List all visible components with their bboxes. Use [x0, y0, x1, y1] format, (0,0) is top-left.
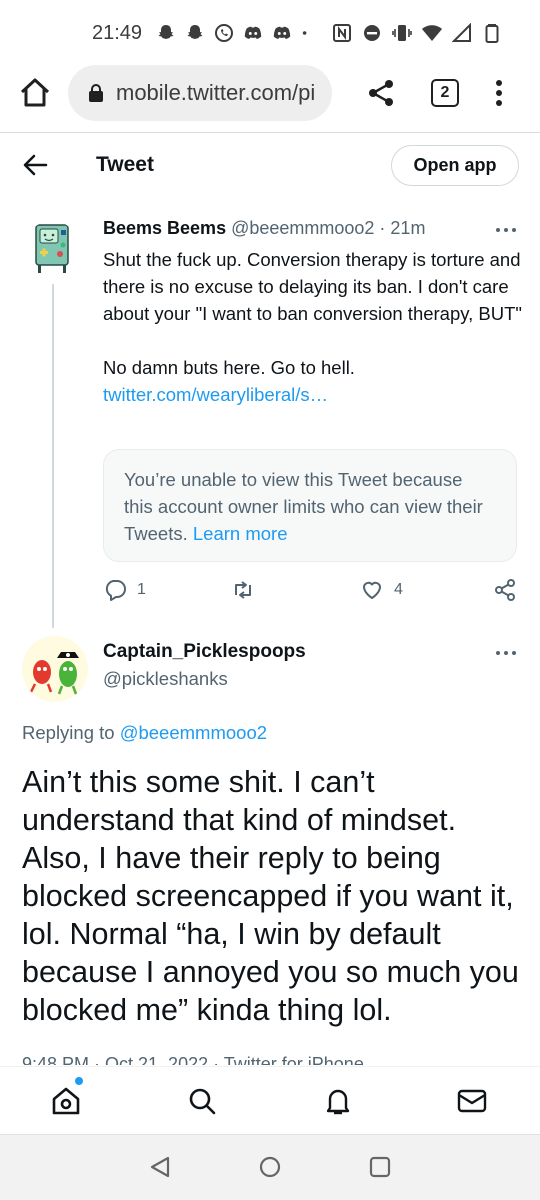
home-icon[interactable]: [50, 1085, 82, 1117]
notification-dot: [75, 1077, 83, 1085]
tweet-timestamp: 9:48 PM · Oct 21, 2022 · Twitter for iPh…: [22, 1054, 364, 1065]
notifications-bell-icon[interactable]: [322, 1085, 354, 1117]
replying-handle-link[interactable]: @beeemmmooo2: [120, 722, 267, 743]
page-title: Tweet: [96, 153, 154, 176]
url-text: mobile.twitter.com/pi: [116, 80, 316, 105]
battery-icon: [485, 24, 499, 43]
browser-toolbar: mobile.twitter.com/pi 2: [0, 60, 540, 126]
like-button[interactable]: 4: [360, 578, 403, 602]
whatsapp-icon: [215, 24, 234, 42]
handle-and-time: @beeemmmooo2 · 21m: [226, 218, 426, 238]
tweet-paragraph: Shut the fuck up. Conversion therapy is …: [103, 249, 522, 324]
back-arrow-icon[interactable]: [22, 153, 48, 177]
replying-to: Replying to @beeemmmooo2: [22, 722, 267, 744]
share-icon[interactable]: [366, 78, 396, 108]
bottom-navigation: [0, 1066, 540, 1134]
display-name[interactable]: Captain_Picklespoops: [103, 641, 306, 663]
share-tweet-button[interactable]: [493, 578, 517, 602]
snapchat-icon: [158, 25, 174, 39]
messages-icon[interactable]: [456, 1085, 488, 1117]
lock-icon: [89, 84, 103, 102]
back-icon[interactable]: [148, 1155, 172, 1179]
signal-icon: [452, 23, 471, 42]
notification-icons: [156, 23, 313, 43]
status-bar: 21:49: [0, 0, 540, 66]
pickle-avatar-icon: [22, 636, 88, 702]
tweet-header: Tweet Open app: [0, 133, 540, 197]
learn-more-link[interactable]: Learn more: [193, 523, 288, 544]
snapchat-icon: [187, 25, 203, 39]
paragraph-spacer: [103, 327, 523, 354]
tweet-text: Ain’t this some shit. I can’t understand…: [22, 765, 519, 1027]
display-name: Beems Beems: [103, 218, 227, 238]
retweet-button[interactable]: [231, 578, 265, 602]
search-icon[interactable]: [186, 1085, 218, 1117]
open-app-button[interactable]: Open app: [391, 145, 519, 186]
recents-icon[interactable]: [368, 1155, 392, 1179]
share-icon: [495, 579, 515, 601]
quoted-tweet-unavailable: You’re unable to view this Tweet because…: [103, 449, 517, 562]
retweet-icon: [235, 581, 251, 599]
discord-icon: [244, 26, 262, 39]
system-navigation-bar: [0, 1134, 540, 1200]
system-icons: [332, 23, 502, 43]
vibrate-icon: [392, 25, 412, 41]
handle[interactable]: @pickleshanks: [103, 668, 228, 690]
do-not-disturb-icon: [364, 25, 380, 41]
status-time: 21:49: [92, 21, 143, 44]
reply-icon: [105, 580, 126, 601]
reply-count: 1: [137, 581, 146, 598]
home-circle-icon[interactable]: [258, 1155, 282, 1179]
tweet-paragraph: No damn buts here. Go to hell.: [103, 357, 355, 378]
tab-switcher-button[interactable]: 2: [431, 79, 459, 107]
bmo-avatar-icon: [35, 224, 69, 273]
overflow-menu-icon[interactable]: [494, 78, 504, 108]
thread-line: [52, 284, 54, 628]
more-icon[interactable]: [495, 226, 517, 234]
like-count: 4: [394, 581, 403, 598]
heart-icon: [363, 581, 381, 599]
avatar[interactable]: [24, 221, 80, 277]
avatar[interactable]: [22, 636, 88, 702]
more-icon[interactable]: [495, 649, 517, 657]
replying-prefix: Replying to: [22, 722, 120, 743]
nfc-icon: [333, 24, 351, 42]
tweet-link[interactable]: twitter.com/wearyliberal/s…: [103, 381, 523, 408]
tweet-author[interactable]: Beems Beems @beeemmmooo2 · 21m: [103, 218, 425, 239]
tweet-actions: 1 4: [103, 578, 523, 608]
home-icon[interactable]: [18, 76, 52, 110]
tweet-text: Shut the fuck up. Conversion therapy is …: [103, 246, 523, 408]
discord-icon: [273, 26, 291, 39]
quote-notice-text: You’re unable to view this Tweet because…: [124, 469, 483, 544]
address-bar[interactable]: mobile.twitter.com/pi: [68, 65, 332, 121]
reply-button[interactable]: 1: [103, 578, 146, 602]
wifi-icon: [422, 25, 442, 41]
dot-icon: [302, 31, 307, 35]
